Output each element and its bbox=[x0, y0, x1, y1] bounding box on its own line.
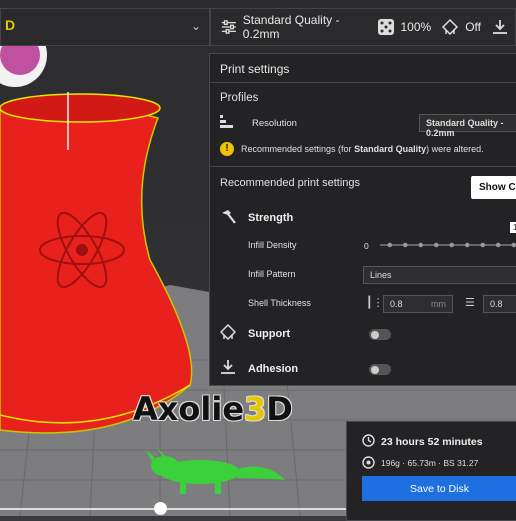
resolution-value: Standard Quality - 0.2mm bbox=[426, 118, 504, 138]
infill-percent: 100% bbox=[400, 20, 432, 34]
altered-profile: Standard Quality bbox=[354, 144, 427, 154]
show-custom-button[interactable]: Show Cu bbox=[471, 176, 516, 199]
adhesion-toggle[interactable] bbox=[369, 364, 391, 375]
print-settings-panel: Print settings Profiles Resolution Stand… bbox=[209, 53, 516, 386]
print-setup-summary[interactable]: Standard Quality - 0.2mm 100% Off bbox=[210, 8, 516, 46]
watermark-part2: 3 bbox=[244, 390, 267, 428]
layer-slider-track[interactable] bbox=[0, 508, 346, 510]
download-icon bbox=[493, 20, 507, 34]
infill-pattern-dropdown[interactable]: Lines bbox=[363, 266, 516, 284]
watermark-part1: Axolie bbox=[133, 390, 245, 428]
support-heading: Support bbox=[248, 328, 291, 340]
profiles-heading: Profiles bbox=[220, 92, 259, 104]
wall-thickness-input[interactable]: 0.8 mm bbox=[383, 295, 453, 313]
show-custom-label: Show Cu bbox=[479, 182, 516, 193]
printer-selector[interactable]: D ⌄ bbox=[0, 8, 210, 46]
wall-thickness-value: 0.8 bbox=[390, 299, 403, 309]
hammer-icon bbox=[222, 210, 236, 224]
infill-slider-min: 0 bbox=[364, 241, 369, 251]
print-estimate-panel: 23 hours 52 minutes 196g · 65.73m · BS 3… bbox=[346, 421, 516, 521]
support-toggle[interactable] bbox=[369, 329, 391, 340]
spool-icon bbox=[362, 456, 375, 469]
panel-title: Print settings bbox=[220, 62, 290, 76]
adhesion-heading: Adhesion bbox=[248, 363, 299, 375]
infill-slider-ticks bbox=[382, 242, 516, 248]
top-bottom-thickness-input[interactable]: 0.8 bbox=[483, 295, 516, 313]
quality-label: Standard Quality - 0.2mm bbox=[242, 13, 340, 41]
resolution-icon bbox=[220, 115, 233, 128]
top-bottom-thickness-value: 0.8 bbox=[490, 299, 503, 309]
infill-density-label: Infill Density bbox=[248, 240, 297, 250]
strength-heading: Strength bbox=[248, 212, 294, 224]
adhesion-summary[interactable] bbox=[491, 8, 515, 46]
support-state: Off bbox=[465, 20, 481, 34]
chevron-down-icon[interactable]: ⌄ bbox=[191, 19, 201, 33]
logo-letter: D bbox=[5, 17, 16, 33]
altered-suffix: ) were altered. bbox=[426, 144, 484, 154]
infill-icon bbox=[377, 19, 394, 35]
vase-model bbox=[0, 101, 193, 434]
infill-pattern-label: Infill Pattern bbox=[248, 269, 296, 279]
print-time: 23 hours 52 minutes bbox=[381, 436, 483, 448]
layer-slider-handle[interactable] bbox=[154, 502, 167, 515]
infill-pattern-value: Lines bbox=[370, 270, 392, 280]
adhesion-icon bbox=[221, 360, 235, 374]
top-bottom-thickness-icon: ☰ bbox=[465, 297, 475, 309]
support-summary[interactable]: Off bbox=[441, 8, 481, 46]
resolution-dropdown[interactable]: Standard Quality - 0.2mm bbox=[419, 114, 516, 138]
resolution-label: Resolution bbox=[252, 118, 297, 129]
support-icon bbox=[442, 18, 459, 36]
vase-rim bbox=[0, 93, 161, 123]
wall-thickness-unit: mm bbox=[431, 299, 446, 309]
warning-icon: ! bbox=[220, 142, 234, 156]
material-estimate: 196g · 65.73m · BS 31.27 bbox=[381, 458, 479, 468]
infill-summary[interactable]: 100% bbox=[377, 8, 432, 46]
clock-icon bbox=[362, 434, 375, 447]
recommended-heading: Recommended print settings bbox=[220, 177, 361, 189]
support-icon bbox=[220, 324, 236, 340]
top-bar: D ⌄ Standard Quality - 0.2mm 100% Off bbox=[0, 8, 516, 46]
altered-notice: Recommended settings (for Standard Quali… bbox=[241, 144, 484, 154]
quality-summary[interactable]: Standard Quality - 0.2mm bbox=[221, 8, 363, 46]
watermark-part3: D bbox=[266, 390, 293, 428]
save-to-disk-button[interactable]: Save to Disk bbox=[362, 476, 516, 501]
altered-prefix: Recommended settings (for bbox=[241, 144, 355, 154]
divider bbox=[210, 82, 516, 83]
shell-thickness-label: Shell Thickness bbox=[248, 298, 311, 308]
infill-slider-max: 1 bbox=[510, 222, 516, 233]
divider bbox=[210, 166, 516, 167]
sliders-icon bbox=[221, 20, 236, 34]
brand-watermark: Axolie3D bbox=[133, 390, 293, 428]
